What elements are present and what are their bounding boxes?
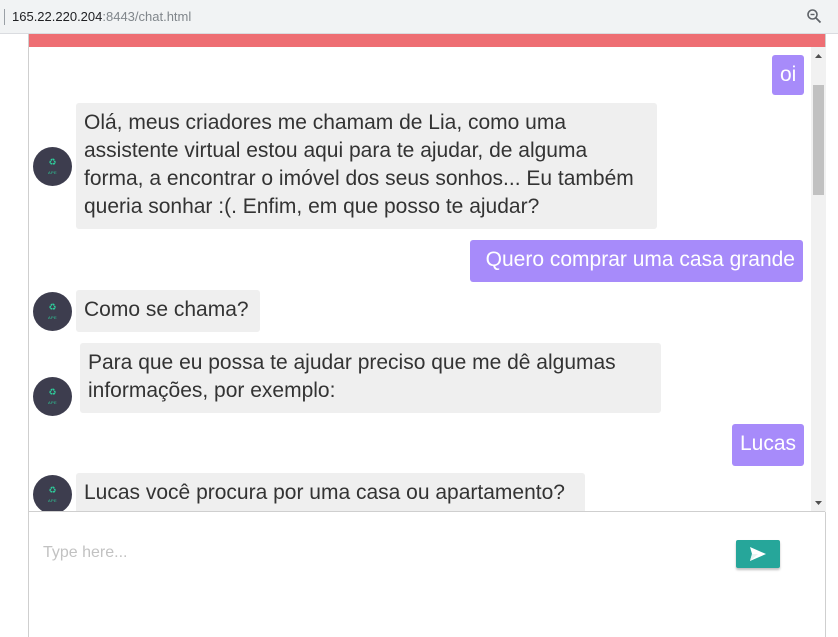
chat-header-stripe <box>29 34 825 47</box>
zoom-icon[interactable] <box>806 8 822 24</box>
scroll-down-arrow-icon[interactable] <box>811 494 826 512</box>
url-host: 165.22.220.204 <box>12 9 103 24</box>
composer <box>29 511 825 637</box>
send-icon <box>750 547 766 561</box>
user-message: Lucas <box>732 424 804 466</box>
bot-avatar-icon: ♻ APE <box>33 147 72 186</box>
bot-message: Como se chama? <box>76 290 260 332</box>
address-bar[interactable]: 165.22.220.204:8443/chat.html <box>0 0 838 34</box>
bot-message: Olá, meus criadores me chamam de Lia, co… <box>76 103 657 229</box>
address-divider <box>4 9 5 25</box>
message-input[interactable] <box>41 538 645 568</box>
message-list[interactable]: oi ♻ APE Olá, meus criadores me chamam d… <box>29 47 811 511</box>
send-button[interactable] <box>736 540 780 568</box>
bot-avatar-icon: ♻ APE <box>33 377 72 416</box>
url-text[interactable]: 165.22.220.204:8443/chat.html <box>12 9 191 24</box>
bot-message: Para que eu possa te ajudar preciso que … <box>80 343 661 413</box>
bot-avatar-icon: ♻ APE <box>33 475 72 511</box>
message-scrollbar[interactable] <box>811 47 826 512</box>
url-path: :8443/chat.html <box>102 9 192 24</box>
user-message: oi <box>772 55 804 95</box>
chat-window: oi ♻ APE Olá, meus criadores me chamam d… <box>28 34 826 637</box>
scroll-up-arrow-icon[interactable] <box>811 47 826 65</box>
user-message: Quero comprar uma casa grande <box>470 240 803 282</box>
bot-message: Lucas você procura por uma casa ou apart… <box>76 473 585 511</box>
bot-avatar-icon: ♻ APE <box>33 292 72 331</box>
scroll-thumb[interactable] <box>813 85 824 195</box>
